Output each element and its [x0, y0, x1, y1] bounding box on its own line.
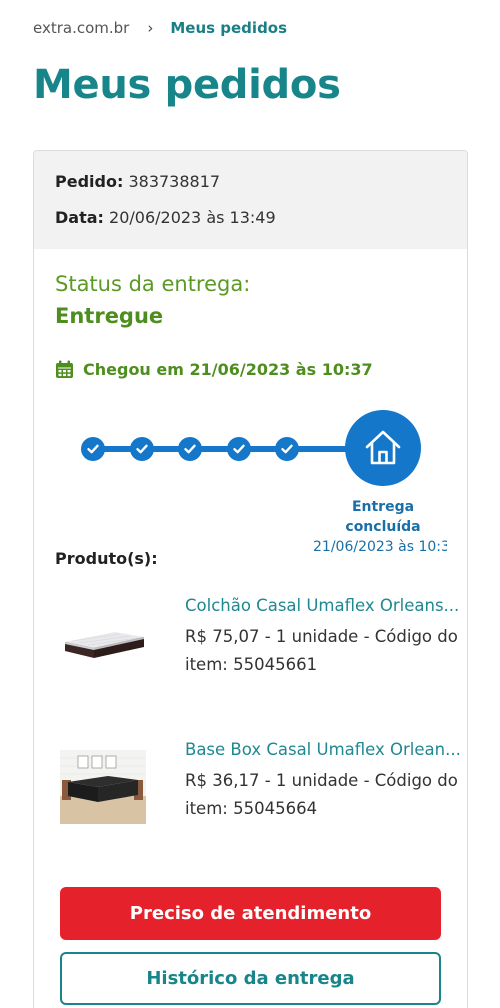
arrival-info: Chegou em 21/06/2023 às 10:37 — [55, 360, 373, 379]
order-date-label: Data: — [55, 208, 104, 227]
product-image-bed-base[interactable] — [60, 750, 146, 824]
product-description: R$ 75,07 - 1 unidade - Código do item: 5… — [185, 627, 458, 674]
order-number-value: 383738817 — [128, 172, 221, 191]
breadcrumb: extra.com.br › Meus pedidos — [33, 17, 287, 39]
timeline-step-3 — [178, 437, 202, 461]
breadcrumb-separator: › — [147, 19, 154, 37]
timeline-step-2 — [130, 437, 154, 461]
check-icon — [281, 444, 293, 454]
order-number-label: Pedido: — [55, 172, 124, 191]
delivery-status-label: Status da entrega: — [55, 272, 251, 296]
order-card: Pedido: 383738817 Data: 20/06/2023 às 13… — [33, 150, 468, 1008]
timeline-step-5 — [275, 437, 299, 461]
calendar-icon — [56, 360, 73, 378]
products-heading: Produto(s): — [55, 549, 158, 568]
breadcrumb-home-link[interactable]: extra.com.br — [33, 19, 129, 37]
order-date: Data: 20/06/2023 às 13:49 — [55, 208, 276, 227]
check-icon — [136, 444, 148, 454]
check-icon — [233, 444, 245, 454]
breadcrumb-current: Meus pedidos — [170, 19, 288, 37]
home-icon — [365, 430, 401, 465]
timeline-step-4 — [227, 437, 251, 461]
arrival-text: Chegou em 21/06/2023 às 10:37 — [83, 360, 373, 379]
delivery-status-value: Entregue — [55, 304, 164, 328]
order-date-value: 20/06/2023 às 13:49 — [109, 208, 276, 227]
support-button[interactable]: Preciso de atendimento — [60, 887, 441, 940]
product-item: Colchão Casal Umaflex Orleans... R$ 75,0… — [60, 596, 459, 686]
delivery-history-button[interactable]: Histórico da entrega — [60, 952, 441, 1005]
check-icon — [87, 444, 99, 454]
product-name-link[interactable]: Colchão Casal Umaflex Orleans... — [185, 596, 467, 615]
timeline-final-date: 21/06/2023 às 10:37 — [313, 539, 447, 555]
product-item: Base Box Casal Umaflex Orlean... R$ 36,1… — [60, 740, 461, 830]
order-number: Pedido: 383738817 — [55, 172, 220, 191]
product-image-mattress[interactable] — [60, 604, 146, 678]
timeline-step-final — [345, 410, 421, 486]
order-summary: Pedido: 383738817 Data: 20/06/2023 às 13… — [34, 151, 467, 249]
page-title: Meus pedidos — [33, 62, 341, 108]
timeline-step-1 — [81, 437, 105, 461]
product-description: R$ 36,17 - 1 unidade - Código do item: 5… — [185, 771, 458, 818]
product-name-link[interactable]: Base Box Casal Umaflex Orlean... — [185, 740, 467, 759]
check-icon — [184, 444, 196, 454]
timeline-final-label: Entrega concluída — [345, 499, 421, 535]
